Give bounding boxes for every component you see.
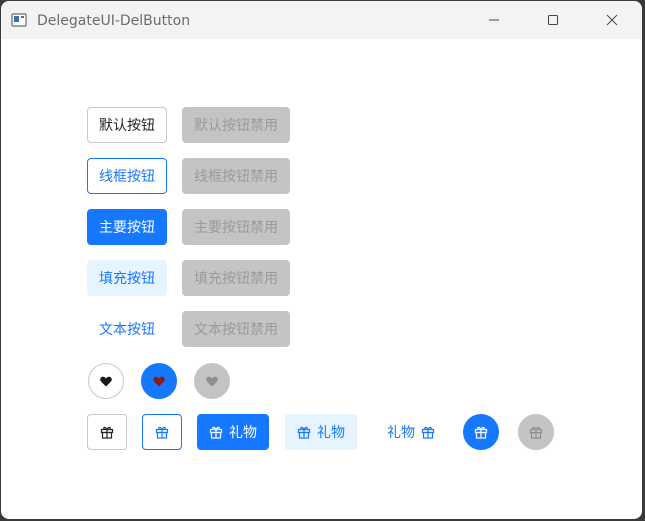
heart-icon — [206, 376, 218, 386]
gift-primary-button[interactable]: 礼物 — [197, 414, 269, 450]
gift-default-icon-button[interactable] — [87, 414, 127, 450]
default-disabled-button: 默认按钮禁用 — [182, 107, 290, 143]
gift-text-button[interactable]: 礼物 — [375, 414, 447, 450]
app-icon — [11, 13, 27, 27]
primary-button-label: 主要按钮 — [99, 220, 155, 236]
gift-icon — [155, 426, 169, 439]
app-window: DelegateUI-DelButton 默认按钮 默认按钮禁用 线框按钮 线框… — [1, 1, 642, 519]
gift-icon — [421, 426, 435, 439]
close-button[interactable] — [583, 1, 641, 39]
outline-button-label: 线框按钮 — [99, 169, 155, 185]
default-disabled-button-label: 默认按钮禁用 — [194, 118, 278, 134]
close-icon — [606, 14, 618, 26]
default-button-label: 默认按钮 — [99, 118, 155, 134]
heart-default-circle-button[interactable] — [88, 363, 124, 399]
primary-disabled-button-label: 主要按钮禁用 — [194, 220, 278, 236]
gift-icon — [529, 426, 543, 439]
filled-disabled-button-label: 填充按钮禁用 — [194, 271, 278, 287]
primary-button[interactable]: 主要按钮 — [87, 209, 167, 245]
heart-disabled-circle-button — [194, 363, 230, 399]
text-button[interactable]: 文本按钮 — [87, 311, 167, 347]
heart-primary-circle-button[interactable] — [141, 363, 177, 399]
outline-disabled-button-label: 线框按钮禁用 — [194, 169, 278, 185]
maximize-icon — [548, 15, 558, 25]
filled-button-label: 填充按钮 — [99, 271, 155, 287]
text-disabled-button: 文本按钮禁用 — [182, 311, 290, 347]
maximize-button[interactable] — [524, 1, 582, 39]
gift-icon — [100, 426, 114, 439]
heart-icon — [100, 376, 112, 386]
filled-disabled-button: 填充按钮禁用 — [182, 260, 290, 296]
gift-icon — [297, 426, 311, 439]
gift-icon — [209, 426, 223, 439]
gift-icon — [474, 426, 488, 439]
title-bar[interactable]: DelegateUI-DelButton — [1, 1, 642, 39]
outline-button[interactable]: 线框按钮 — [87, 158, 167, 194]
gift-primary-button-label: 礼物 — [229, 425, 257, 441]
default-button[interactable]: 默认按钮 — [87, 107, 167, 143]
minimize-button[interactable] — [465, 1, 523, 39]
outline-disabled-button: 线框按钮禁用 — [182, 158, 290, 194]
heart-icon — [153, 376, 165, 386]
text-button-label: 文本按钮 — [99, 322, 155, 338]
gift-disabled-circle-button — [518, 414, 554, 450]
gift-primary-circle-button[interactable] — [463, 414, 499, 450]
gift-outline-icon-button[interactable] — [142, 414, 182, 450]
text-disabled-button-label: 文本按钮禁用 — [194, 322, 278, 338]
gift-text-button-label: 礼物 — [387, 425, 415, 441]
window-title: DelegateUI-DelButton — [37, 13, 191, 29]
filled-button[interactable]: 填充按钮 — [87, 260, 167, 296]
gift-filled-button[interactable]: 礼物 — [285, 414, 357, 450]
primary-disabled-button: 主要按钮禁用 — [182, 209, 290, 245]
minimize-icon — [489, 19, 499, 21]
gift-filled-button-label: 礼物 — [317, 425, 345, 441]
